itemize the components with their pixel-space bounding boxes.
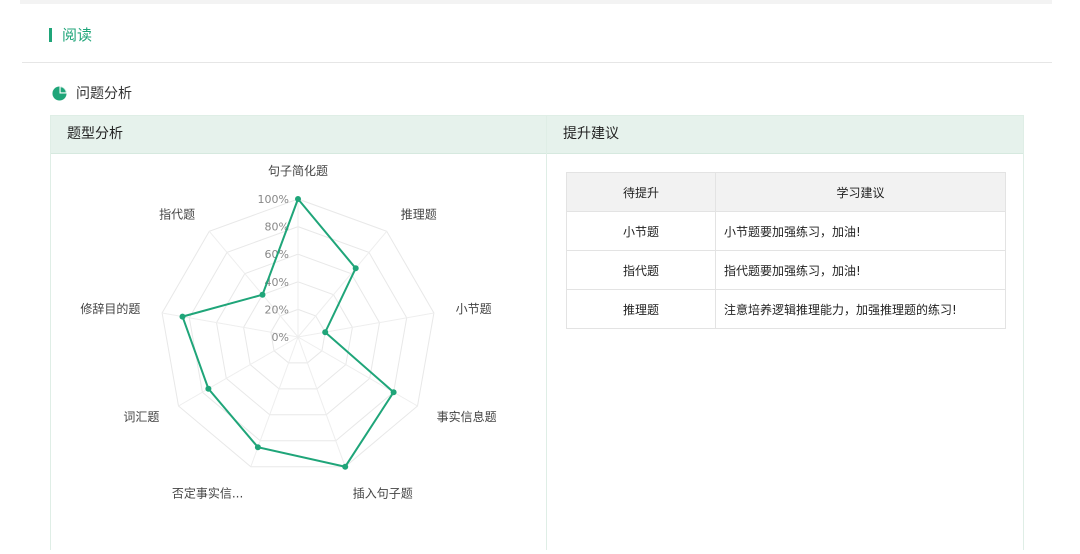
section-header: 阅读 [49, 24, 92, 45]
section-title: 阅读 [62, 26, 93, 44]
radar-spoke [297, 336, 346, 467]
table-cell-type: 小节题 [566, 211, 716, 251]
radar-data-point [254, 444, 261, 451]
radar-spoke [297, 312, 434, 338]
radar-category-label: 插入句子题 [353, 486, 413, 500]
radar-category-label: 否定事实信... [172, 485, 243, 500]
table-row: 指代题 指代题要加强练习，加油! [566, 250, 1006, 290]
table-cell-type: 推理题 [566, 289, 716, 329]
radar-data-point [259, 291, 266, 298]
radar-data-point [205, 385, 212, 392]
radar-category-label: 事实信息题 [437, 409, 497, 424]
divider [22, 62, 1052, 63]
radar-data-point [322, 329, 329, 336]
radar-category-label: 推理题 [401, 207, 437, 221]
top-strip [20, 0, 1052, 4]
radar-tick-label: 20% [265, 303, 289, 316]
accent-bar [49, 27, 52, 42]
radar-category-label: 指代题 [159, 206, 195, 221]
suggestion-table-wrap: 待提升 学习建议 小节题 小节题要加强练习，加油! 指代题 指代题要加强练习，加… [566, 172, 1006, 329]
panel-title-left: 题型分析 [51, 116, 546, 154]
suggestion-table: 待提升 学习建议 小节题 小节题要加强练习，加油! 指代题 指代题要加强练习，加… [566, 172, 1006, 329]
suggestion-panel: 提升建议 待提升 学习建议 小节题 小节题要加强练习，加油! 指代题 指代题要加… [546, 115, 1024, 550]
table-header-row: 待提升 学习建议 [566, 172, 1006, 212]
panel-title-right: 提升建议 [547, 116, 1023, 154]
radar-category-label: 修辞目的题 [80, 301, 140, 316]
question-type-panel: 题型分析 0% 20% 40% 60% 80% 100% 句子简化题 推理题 小节题 事实信息题插… [50, 115, 546, 550]
sub-title: 问题分析 [76, 86, 132, 102]
radar-data-point [342, 463, 349, 470]
radar-spoke [297, 336, 418, 407]
table-row: 推理题 注意培养逻辑推理能力，加强推理题的练习! [566, 289, 1006, 329]
radar-category-label: 句子简化题 [268, 164, 328, 178]
radar-category-label: 小节题 [456, 302, 492, 316]
radar-tick-label: 0% [272, 331, 289, 344]
radar-data-point [390, 389, 397, 396]
radar-tick-label: 100% [258, 193, 289, 206]
radar-category-label: 词汇题 [123, 410, 159, 424]
table-row: 小节题 小节题要加强练习，加油! [566, 211, 1006, 251]
table-header-cell: 学习建议 [715, 172, 1006, 212]
table-header-cell: 待提升 [566, 172, 716, 212]
radar-spoke [297, 230, 388, 338]
sub-header: 问题分析 [52, 83, 132, 103]
radar-data-point [295, 196, 301, 202]
radar-data-point [352, 265, 359, 272]
table-cell-advice: 指代题要加强练习，加油! [715, 250, 1006, 290]
radar-chart: 0%20%40%60%80%100%句子简化题推理题小节题事实信息题插入句子题否… [80, 164, 497, 500]
table-cell-advice: 小节题要加强练习，加油! [715, 211, 1006, 251]
table-cell-type: 指代题 [566, 250, 716, 290]
table-cell-advice: 注意培养逻辑推理能力，加强推理题的练习! [715, 289, 1006, 329]
radar-spoke [178, 336, 299, 407]
radar-data-point [179, 313, 186, 320]
pie-chart-icon [52, 85, 67, 101]
